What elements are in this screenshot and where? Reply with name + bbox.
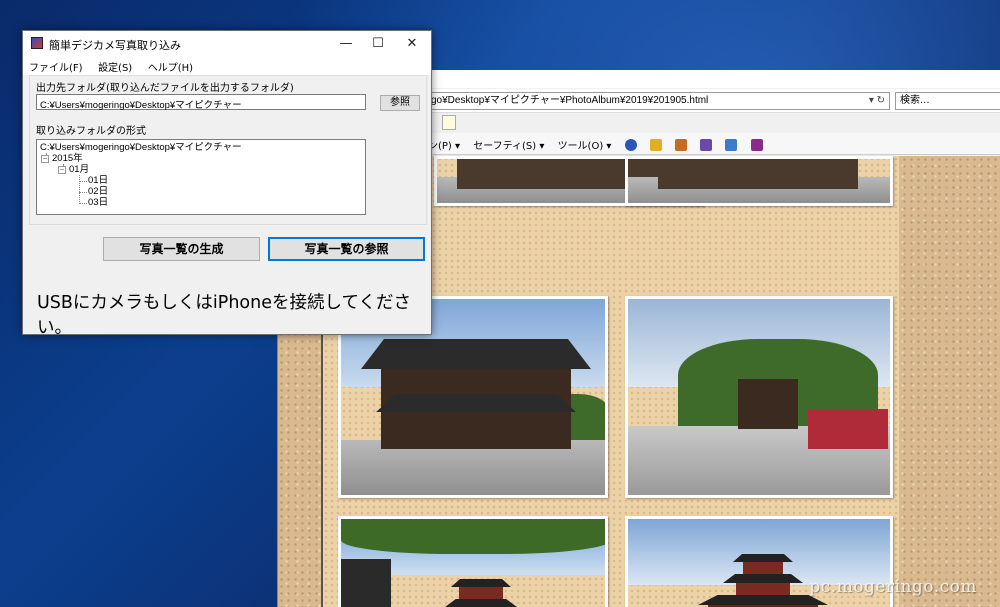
folder-format-label: 取り込みフォルダの形式 (36, 126, 146, 137)
tree-day-node[interactable]: 02日 (88, 186, 108, 197)
tree-day-node[interactable]: 01日 (88, 175, 108, 186)
output-folder-input[interactable]: C:¥Users¥mogeringo¥Desktop¥マイピクチャー (36, 94, 366, 111)
output-folder-value: C:¥Users¥mogeringo¥Desktop¥マイピクチャー (40, 100, 242, 111)
send-icon[interactable] (725, 139, 738, 151)
app-titlebar: 簡単デジカメ写真取り込み — ☐ ✕ (23, 31, 431, 57)
maximize-button[interactable]: ☐ (363, 34, 393, 54)
tree-month-label: 01月 (69, 164, 90, 175)
onenote-icon[interactable] (750, 139, 763, 151)
tree-year-label: 2015年 (52, 153, 83, 164)
browser-tab-row (428, 114, 1000, 132)
tree-year-node[interactable]: −2015年 (41, 153, 83, 164)
app-window: 簡単デジカメ写真取り込み — ☐ ✕ ファイル(F) 設定(S) ヘルプ(H) … (22, 30, 432, 338)
research-icon[interactable] (675, 139, 687, 151)
tree-month-node[interactable]: −01月 (58, 164, 89, 175)
new-tab-icon[interactable] (442, 115, 456, 130)
close-button[interactable]: ✕ (397, 34, 427, 54)
command-safety[interactable]: セーフティ(S) ▾ (473, 141, 544, 152)
camera-app-icon (31, 37, 43, 49)
browse-button[interactable]: 参照 (380, 95, 420, 111)
search-input[interactable]: 検索... (895, 92, 1000, 110)
menu-settings[interactable]: 設定(S) (92, 57, 138, 76)
bookmark-icon[interactable] (649, 139, 662, 151)
address-bar[interactable]: go¥Desktop¥マイピクチャー¥PhotoAlbum¥2019¥20190… (428, 92, 890, 110)
watermark: pc.mogeringo.com (809, 577, 977, 597)
menu-bar: ファイル(F) 設定(S) ヘルプ(H) (23, 57, 431, 75)
minimize-button[interactable]: — (331, 34, 361, 54)
photo-4[interactable] (625, 296, 893, 498)
search-placeholder: 検索... (900, 95, 930, 106)
tree-day-node[interactable]: 03日 (88, 197, 108, 208)
settings-group: 出力先フォルダ(取り込んだファイルを出力するフォルダ) C:¥Users¥mog… (29, 75, 427, 225)
photo-5[interactable] (338, 516, 608, 607)
output-folder-label: 出力先フォルダ(取り込んだファイルを出力するフォルダ) (36, 83, 294, 94)
generate-list-button[interactable]: 写真一覧の生成 (103, 237, 260, 261)
menu-help[interactable]: ヘルプ(H) (142, 57, 199, 76)
view-list-button[interactable]: 写真一覧の参照 (268, 237, 425, 261)
command-page[interactable]: ン(P) ▾ (428, 141, 460, 152)
status-message: USBにカメラもしくはiPhoneを接続してください。 (37, 293, 411, 338)
photo-2[interactable] (625, 156, 893, 206)
collapse-icon[interactable]: − (58, 166, 66, 174)
command-tools[interactable]: ツール(O) ▾ (558, 141, 612, 152)
collapse-icon[interactable]: − (41, 155, 49, 163)
menu-file[interactable]: ファイル(F) (23, 57, 89, 76)
app-title: 簡単デジカメ写真取り込み (49, 39, 181, 52)
tree-root: C:¥Users¥mogeringo¥Desktop¥マイピクチャー (40, 142, 242, 153)
address-controls[interactable]: ▾ ↻ (869, 93, 885, 109)
help-icon[interactable] (624, 139, 637, 151)
folder-format-tree[interactable]: C:¥Users¥mogeringo¥Desktop¥マイピクチャー −2015… (36, 139, 366, 215)
translate-icon[interactable] (700, 139, 713, 151)
address-text: go¥Desktop¥マイピクチャー¥PhotoAlbum¥2019¥20190… (431, 95, 709, 106)
